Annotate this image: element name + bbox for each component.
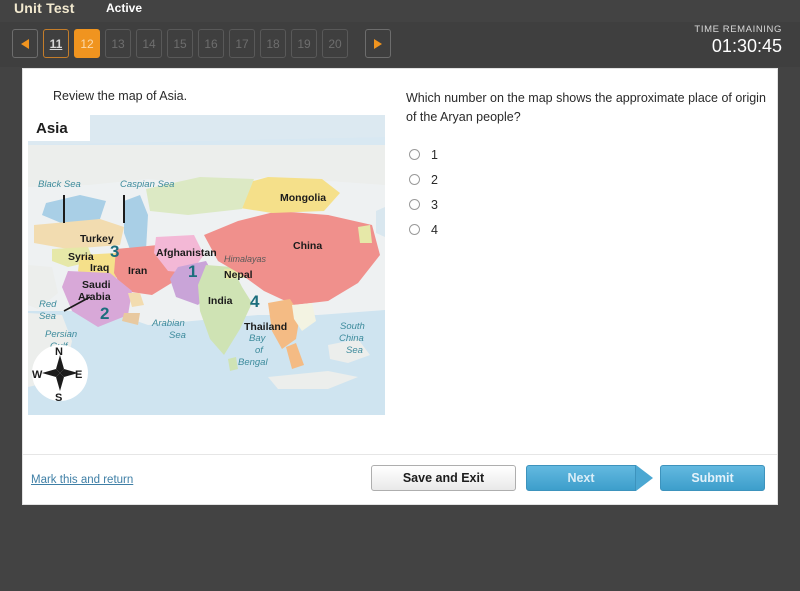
pager-item-19[interactable]: 19 bbox=[291, 29, 317, 58]
map-country-turkey: Turkey bbox=[80, 233, 114, 245]
map-marker-4: 4 bbox=[250, 292, 260, 311]
map-country-nepal: Nepal bbox=[224, 269, 253, 281]
map-title-asia: Asia bbox=[28, 115, 90, 141]
map-country-arabia: Arabia bbox=[78, 291, 111, 303]
compass-south-label: S bbox=[55, 392, 62, 404]
quiz-app: Unit Test Active 11 12 13 14 15 16 17 18… bbox=[0, 0, 800, 591]
question-text: Which number on the map shows the approx… bbox=[406, 91, 766, 125]
map-country-iraq: Iraq bbox=[90, 262, 109, 274]
map-water-black-sea: Black Sea bbox=[38, 179, 81, 190]
pager-item-20[interactable]: 20 bbox=[322, 29, 348, 58]
next-question-button[interactable] bbox=[365, 29, 391, 58]
map-marker-2: 2 bbox=[100, 304, 109, 323]
map-water-bengal: Bengal bbox=[238, 357, 268, 368]
footer-divider bbox=[23, 454, 777, 455]
pager-item-14[interactable]: 14 bbox=[136, 29, 162, 58]
pager-item-11[interactable]: 11 bbox=[43, 29, 69, 58]
question-pager-bar: 11 12 13 14 15 16 17 18 19 20 TIME REMAI… bbox=[0, 22, 800, 67]
triangle-left-icon bbox=[21, 38, 29, 49]
question-pager: 11 12 13 14 15 16 17 18 19 20 bbox=[12, 29, 391, 58]
map-country-thailand: Thailand bbox=[244, 321, 287, 333]
compass-east-label: E bbox=[75, 369, 82, 381]
pager-item-12[interactable]: 12 bbox=[74, 29, 100, 58]
radio-button-icon[interactable] bbox=[409, 149, 420, 160]
map-marker-3: 3 bbox=[110, 242, 119, 261]
next-button-label: Next bbox=[567, 471, 595, 485]
map-country-china: China bbox=[293, 240, 322, 252]
answer-choice-3-label: 3 bbox=[431, 197, 438, 212]
map-water-sea-3: Sea bbox=[346, 345, 363, 356]
map-country-iran: Iran bbox=[128, 265, 147, 277]
map-country-afghanistan: Afghanistan bbox=[156, 247, 217, 259]
map-water-south: South bbox=[340, 321, 365, 332]
map-water-bay: Bay bbox=[249, 333, 267, 344]
radio-button-icon[interactable] bbox=[409, 199, 420, 210]
question-panel: Review the map of Asia. Asia Black Sea C… bbox=[22, 68, 778, 505]
answer-choice-list: 1 2 3 4 bbox=[409, 142, 438, 242]
answer-choice-3[interactable]: 3 bbox=[409, 192, 438, 217]
answer-choice-1-label: 1 bbox=[431, 147, 438, 162]
asia-map-graphic: Black Sea Caspian Sea Red Sea Persian Gu… bbox=[28, 115, 385, 415]
answer-choice-4-label: 4 bbox=[431, 222, 438, 237]
pager-item-18[interactable]: 18 bbox=[260, 29, 286, 58]
top-header-bar: Unit Test Active bbox=[0, 0, 800, 22]
map-region-himalayas: Himalayas bbox=[224, 254, 267, 264]
compass-west-label: W bbox=[32, 369, 43, 381]
submit-button[interactable]: Submit bbox=[660, 465, 765, 491]
map-water-red: Red bbox=[39, 299, 57, 310]
radio-button-icon[interactable] bbox=[409, 174, 420, 185]
map-marker-1: 1 bbox=[188, 262, 197, 281]
question-prompt: Review the map of Asia. bbox=[53, 89, 188, 103]
map-country-mongolia: Mongolia bbox=[280, 192, 326, 204]
answer-choice-1[interactable]: 1 bbox=[409, 142, 438, 167]
prev-question-button[interactable] bbox=[12, 29, 38, 58]
test-status-label: Active bbox=[106, 1, 143, 15]
pager-item-16[interactable]: 16 bbox=[198, 29, 224, 58]
asia-map-image: Asia Black Sea Caspian Sea Red Sea Persi… bbox=[28, 115, 385, 415]
time-remaining-label: TIME REMAINING bbox=[694, 24, 782, 35]
triangle-right-icon bbox=[374, 38, 382, 49]
map-water-sea-1: Sea bbox=[39, 311, 56, 322]
radio-button-icon[interactable] bbox=[409, 224, 420, 235]
map-water-caspian-sea: Caspian Sea bbox=[120, 179, 174, 190]
map-water-sea-2: Sea bbox=[169, 330, 186, 341]
answer-choice-2[interactable]: 2 bbox=[409, 167, 438, 192]
map-water-persian: Persian bbox=[45, 329, 77, 340]
answer-choice-2-label: 2 bbox=[431, 172, 438, 187]
save-and-exit-button[interactable]: Save and Exit bbox=[371, 465, 516, 491]
time-remaining: TIME REMAINING 01:30:45 bbox=[694, 24, 782, 57]
pager-item-13[interactable]: 13 bbox=[105, 29, 131, 58]
map-water-of: of bbox=[255, 345, 264, 356]
answer-choice-4[interactable]: 4 bbox=[409, 217, 438, 242]
time-remaining-value: 01:30:45 bbox=[711, 36, 782, 56]
next-button[interactable]: Next bbox=[526, 465, 653, 491]
map-country-india: India bbox=[208, 295, 233, 307]
map-water-china: China bbox=[339, 333, 364, 344]
compass-north-label: N bbox=[55, 346, 63, 358]
pager-item-15[interactable]: 15 bbox=[167, 29, 193, 58]
mark-this-and-return-link[interactable]: Mark this and return bbox=[31, 474, 133, 486]
next-arrow-icon bbox=[636, 465, 653, 491]
test-title: Unit Test bbox=[14, 0, 75, 16]
pager-item-17[interactable]: 17 bbox=[229, 29, 255, 58]
map-country-saudi: Saudi bbox=[82, 279, 111, 291]
map-water-arabian: Arabian bbox=[151, 318, 185, 329]
